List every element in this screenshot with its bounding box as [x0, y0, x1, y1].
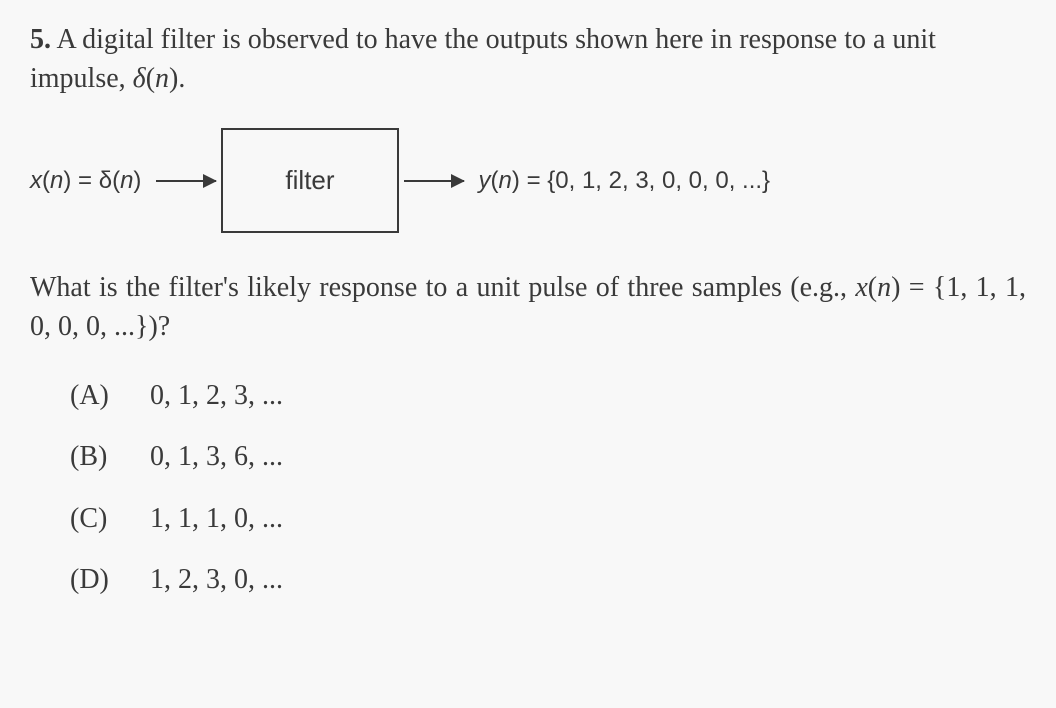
choice-b-label: (B): [70, 437, 150, 476]
y-var: y: [479, 167, 491, 194]
problem-number: 5.: [30, 24, 51, 55]
choice-a: (A) 0, 1, 2, 3, ...: [70, 376, 1026, 415]
choice-c-value: 1, 1, 1, 0, ...: [150, 499, 283, 538]
ip-close: ): [133, 167, 141, 194]
ip-mid: ) = δ(: [63, 167, 120, 194]
op-open: (: [491, 167, 499, 194]
input-label: x(n) = δ(n): [30, 164, 141, 198]
n-var-2: n: [120, 167, 133, 194]
choice-c: (C) 1, 1, 1, 0, ...: [70, 499, 1026, 538]
problem-intro: 5. A digital filter is observed to have …: [30, 20, 1026, 98]
output-label: y(n) = {0, 1, 2, 3, 0, 0, 0, ...}: [479, 164, 771, 198]
q-n-var: n: [877, 272, 891, 303]
op-close: ) = {0, 1, 2, 3, 0, 0, 0, ...}: [512, 167, 770, 194]
paren-close-period: ).: [169, 63, 185, 94]
filter-diagram: x(n) = δ(n) filter y(n) = {0, 1, 2, 3, 0…: [30, 128, 1026, 232]
n-var-1: n: [50, 167, 63, 194]
paren-open: (: [146, 63, 155, 94]
choice-d: (D) 1, 2, 3, 0, ...: [70, 560, 1026, 599]
choice-b-value: 0, 1, 3, 6, ...: [150, 437, 283, 476]
q-paren-open: (: [868, 272, 877, 303]
choice-a-value: 0, 1, 2, 3, ...: [150, 376, 283, 415]
ip-open: (: [42, 167, 50, 194]
filter-box: filter: [221, 128, 398, 232]
n-var: n: [155, 63, 169, 94]
answer-choices: (A) 0, 1, 2, 3, ... (B) 0, 1, 3, 6, ... …: [30, 376, 1026, 599]
x-var: x: [30, 167, 42, 194]
choice-a-label: (A): [70, 376, 150, 415]
choice-d-value: 1, 2, 3, 0, ...: [150, 560, 283, 599]
q-text-1: What is the filter's likely response to …: [30, 272, 855, 303]
q-x-var: x: [855, 272, 867, 303]
choice-c-label: (C): [70, 499, 150, 538]
question-text: What is the filter's likely response to …: [30, 268, 1026, 346]
arrow-right: [404, 180, 464, 182]
choice-d-label: (D): [70, 560, 150, 599]
delta-symbol: δ: [133, 63, 146, 94]
n-var-3: n: [499, 167, 512, 194]
arrow-left: [156, 180, 216, 182]
choice-b: (B) 0, 1, 3, 6, ...: [70, 437, 1026, 476]
